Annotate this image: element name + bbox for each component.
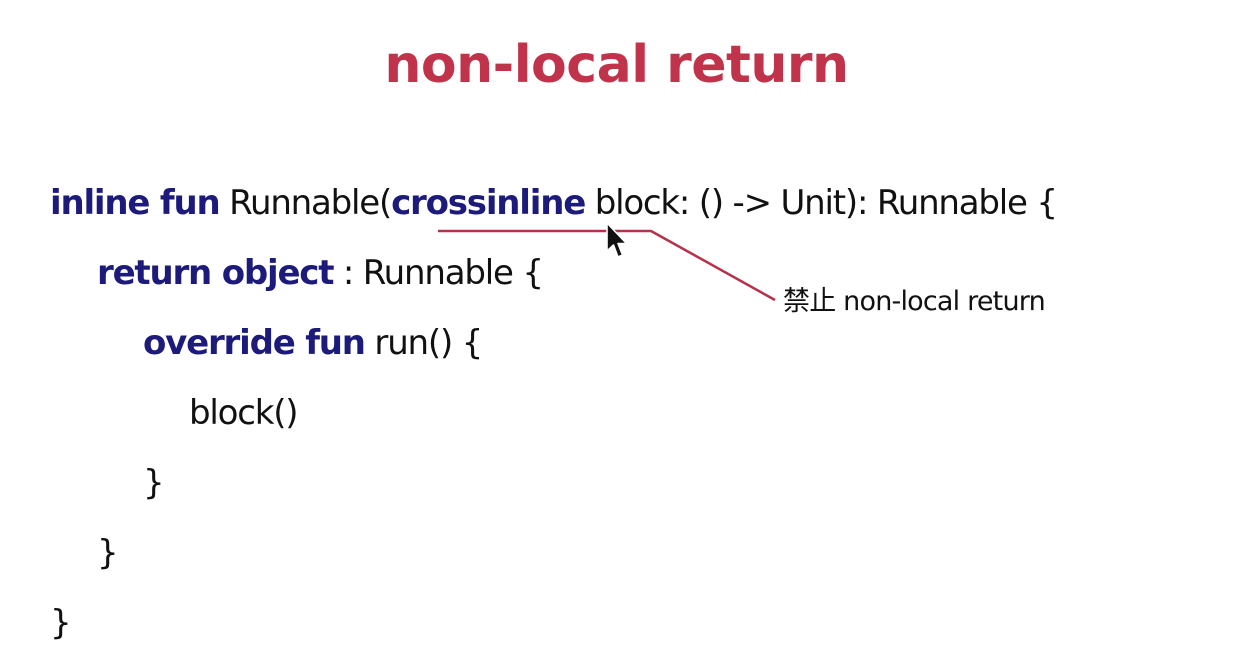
code-line-4: block() bbox=[189, 388, 299, 438]
code-keyword: inline fun bbox=[50, 183, 221, 223]
mouse-pointer-icon bbox=[606, 222, 628, 258]
code-text: } bbox=[97, 533, 119, 573]
code-keyword: override fun bbox=[143, 323, 366, 363]
code-line-3: override fun run() { bbox=[143, 318, 483, 368]
code-keyword-crossinline: crossinline bbox=[391, 183, 586, 223]
code-text: } bbox=[50, 603, 72, 643]
code-text: run() { bbox=[364, 323, 483, 363]
code-text: Runnable( bbox=[219, 183, 392, 223]
code-text: } bbox=[143, 463, 165, 503]
slide: non-local return inline fun Runnable(cro… bbox=[0, 0, 1233, 649]
callout-annotation: 禁止 non-local return bbox=[783, 286, 1046, 317]
code-line-5: } bbox=[143, 458, 165, 508]
code-line-7: } bbox=[50, 598, 72, 648]
code-text: block() bbox=[189, 393, 299, 433]
code-line-2: return object : Runnable { bbox=[97, 248, 544, 298]
slide-title: non-local return bbox=[384, 35, 849, 95]
code-text: : Runnable { bbox=[333, 253, 544, 293]
code-line-1: inline fun Runnable(crossinline block: (… bbox=[50, 178, 1058, 228]
code-line-6: } bbox=[97, 528, 119, 578]
code-text: block: () -> Unit): Runnable { bbox=[585, 183, 1058, 223]
code-keyword: return object bbox=[97, 253, 335, 293]
